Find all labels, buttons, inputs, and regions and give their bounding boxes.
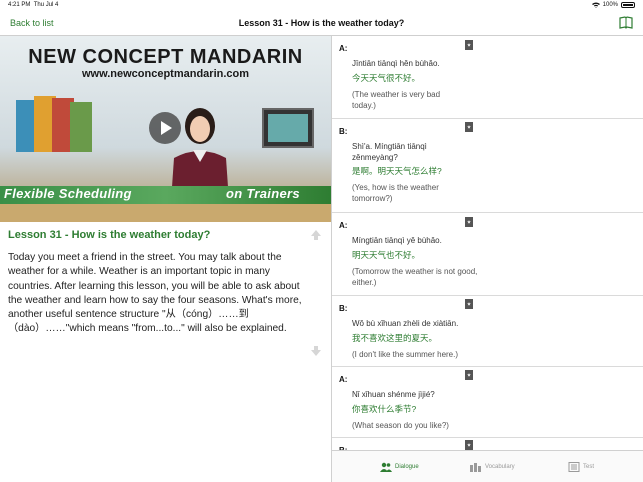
hanzi-text: 明天天气也不好。 — [352, 250, 421, 260]
hanzi-text: 我不喜欢这里的夏天。 — [352, 333, 438, 343]
dialogue-line[interactable]: A: Jīntiān tiānqì hěn bùhǎo. 今天天气很不好。 (T… — [332, 36, 643, 119]
navigation-bar: Back to list Lesson 31 - How is the weat… — [0, 12, 643, 36]
dialogue-line[interactable]: B: — [332, 438, 643, 450]
hanzi-text: 你喜欢什么季节? — [352, 404, 417, 414]
books-image — [16, 96, 92, 152]
hanzi-text: 是啊。明天天气怎么样? — [352, 166, 442, 176]
pinyin-text: Míngtiān tiānqì yě bùhǎo. — [352, 236, 442, 245]
tab-label: Test — [583, 464, 595, 470]
laptop-image — [262, 108, 314, 148]
video-player[interactable]: NEW CONCEPT MANDARIN www.newconceptmanda… — [0, 36, 331, 222]
translation-text: (Tomorrow the weather is not good, eithe… — [352, 267, 478, 287]
dialogue-list[interactable]: A: Jīntiān tiānqì hěn bùhǎo. 今天天气很不好。 (T… — [332, 36, 643, 450]
tab-bar: Dialogue Vocabulary Test — [332, 450, 643, 482]
battery-icon — [621, 2, 635, 8]
pinyin-text: Wǒ bù xǐhuan zhèli de xiàtiān. — [352, 319, 459, 328]
dialogue-line[interactable]: A: Míngtiān tiānqì yě bùhǎo. 明天天气也不好。 (T… — [332, 213, 643, 296]
video-strip-text: Flexible Scheduling on Trainers — [4, 186, 300, 201]
video-banner-title: NEW CONCEPT MANDARIN — [28, 46, 303, 68]
blocks-icon — [470, 463, 481, 472]
translation-text: (Yes, how is the weather tomorrow?) — [352, 183, 439, 203]
battery-percent: 100% — [602, 2, 618, 8]
pinyin-text: Jīntiān tiānqì hěn bùhǎo. — [352, 59, 440, 68]
hanzi-text: 今天天气很不好。 — [352, 73, 421, 83]
arrow-down-icon[interactable] — [310, 345, 322, 357]
translation-text: (I don't like the summer here.) — [352, 350, 459, 359]
tab-test[interactable]: Test — [568, 457, 594, 477]
bookmark-icon[interactable] — [465, 440, 473, 450]
dialogue-line[interactable]: B: Shì'a. Míngtiān tiānqì zěnmeyàng? 是啊。… — [332, 119, 643, 213]
status-bar: 4:21 PM Thu Jul 4 100% — [0, 0, 643, 12]
arrow-up-icon[interactable] — [310, 229, 322, 241]
speaker-label: B: — [339, 127, 348, 136]
status-right: 100% — [591, 2, 635, 8]
lesson-pane: NEW CONCEPT MANDARIN www.newconceptmanda… — [0, 36, 331, 482]
tab-label: Dialogue — [395, 464, 419, 470]
speaker-label: A: — [339, 375, 348, 384]
wifi-icon — [591, 2, 600, 8]
bookmark-icon[interactable] — [465, 40, 473, 50]
pinyin-text: Shì'a. Míngtiān tiānqì zěnmeyàng? — [352, 142, 427, 162]
video-strip-text-right: on Trainers — [226, 186, 300, 201]
tab-vocabulary[interactable]: Vocabulary — [470, 457, 515, 477]
video-banner-url: www.newconceptmandarin.com — [81, 68, 250, 80]
speaker-label: A: — [339, 44, 348, 53]
bookmark-icon[interactable] — [465, 122, 473, 132]
pinyin-text: Nǐ xǐhuan shénme jìjié? — [352, 390, 435, 399]
dialogue-line[interactable]: B: Wǒ bù xǐhuan zhèli de xiàtiān. 我不喜欢这里… — [332, 296, 643, 367]
lesson-heading: Lesson 31 - How is the weather today? — [8, 229, 211, 241]
checklist-icon — [568, 462, 580, 472]
tab-dialogue[interactable]: Dialogue — [380, 457, 419, 477]
lesson-description: Today you meet a friend in the street. Y… — [8, 252, 302, 335]
bookmark-icon[interactable] — [465, 370, 473, 380]
translation-text: (What season do you like?) — [352, 421, 449, 430]
page-title: Lesson 31 - How is the weather today? — [238, 18, 405, 28]
play-button[interactable] — [149, 112, 181, 144]
bookmark-icon[interactable] — [465, 299, 473, 309]
speaker-label: A: — [339, 221, 348, 230]
desk — [0, 204, 331, 222]
tab-label: Vocabulary — [485, 464, 515, 470]
dialogue-line[interactable]: A: Nǐ xǐhuan shénme jìjié? 你喜欢什么季节? (Wha… — [332, 367, 643, 438]
translation-text: (The weather is very bad today.) — [352, 90, 441, 110]
bookmark-icon[interactable] — [465, 217, 473, 227]
status-time: 4:21 PM Thu Jul 4 — [8, 2, 59, 8]
people-icon — [380, 462, 392, 472]
book-icon[interactable] — [619, 16, 633, 29]
speaker-label: B: — [339, 304, 348, 313]
